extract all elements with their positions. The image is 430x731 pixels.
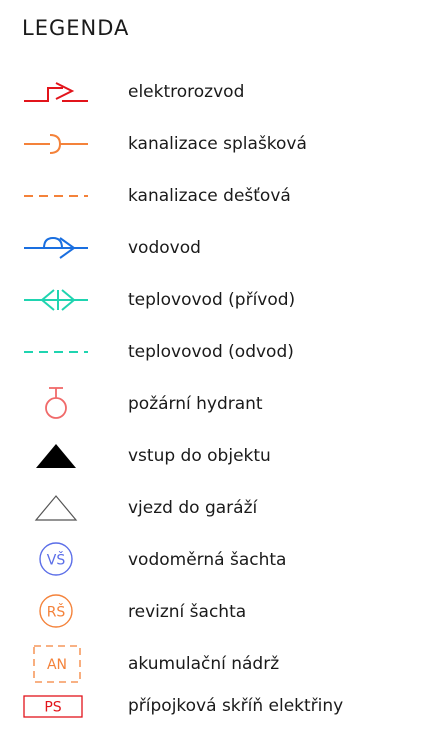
legend-label: teplovovod (odvod) <box>128 342 294 362</box>
sewage-line-icon <box>18 122 98 166</box>
legend-label: vodovod <box>128 238 201 258</box>
legend-item-fire-hydrant: požární hydrant <box>0 382 430 426</box>
legend-label: akumulační nádrž <box>128 654 280 674</box>
shaft-abbr: RŠ <box>47 603 66 621</box>
legend-item-heating-supply: teplovovod (přívod) <box>0 278 430 322</box>
legend-item-electric-box: PS přípojková skříň elektřiny <box>0 684 430 728</box>
legend-item-sewage: kanalizace splašková <box>0 122 430 166</box>
legend-label: kanalizace dešťová <box>128 186 291 206</box>
storage-tank-icon: AN <box>18 642 98 686</box>
building-entrance-icon <box>18 434 98 478</box>
fire-hydrant-icon <box>18 382 98 426</box>
legend-item-heating-return: teplovovod (odvod) <box>0 330 430 374</box>
legend-item-electrical: elektrorozvod <box>0 70 430 114</box>
legend-label: teplovovod (přívod) <box>128 290 296 310</box>
legend-item-water-meter-shaft: VŠ vodoměrná šachta <box>0 538 430 582</box>
legend-item-water-main: vodovod <box>0 226 430 270</box>
legend-label: elektrorozvod <box>128 82 245 102</box>
inspection-shaft-icon: RŠ <box>18 590 98 634</box>
shaft-abbr: VŠ <box>47 551 66 569</box>
legend-label: kanalizace splašková <box>128 134 307 154</box>
water-meter-shaft-icon: VŠ <box>18 538 98 582</box>
legend-item-storm-drain: kanalizace dešťová <box>0 174 430 218</box>
water-main-icon <box>18 226 98 270</box>
heating-supply-icon <box>18 278 98 322</box>
storm-drain-line-icon <box>18 174 98 218</box>
legend-title: LEGENDA <box>22 16 130 40</box>
heating-return-icon <box>18 330 98 374</box>
legend-label: vodoměrná šachta <box>128 550 287 570</box>
legend-label: revizní šachta <box>128 602 247 622</box>
legend-label: vstup do objektu <box>128 446 271 466</box>
legend-label: přípojková skříň elektřiny <box>128 696 344 716</box>
garage-entrance-icon <box>18 486 98 530</box>
legend-item-inspection-shaft: RŠ revizní šachta <box>0 590 430 634</box>
electric-box-icon: PS <box>18 684 98 728</box>
box-abbr: PS <box>44 700 61 716</box>
legend-label: vjezd do garáží <box>128 498 258 518</box>
legend-item-garage-entrance: vjezd do garáží <box>0 486 430 530</box>
legend-label: požární hydrant <box>128 394 263 414</box>
legend-item-building-entrance: vstup do objektu <box>0 434 430 478</box>
electrical-line-icon <box>18 70 98 114</box>
legend-item-storage-tank: AN akumulační nádrž <box>0 642 430 686</box>
tank-abbr: AN <box>47 657 67 673</box>
